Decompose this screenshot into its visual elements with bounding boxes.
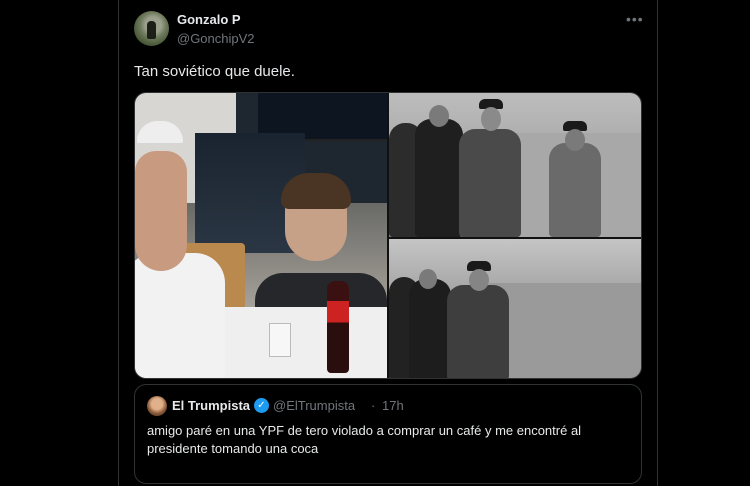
- photo-figure-3-head: [469, 269, 489, 291]
- photo-person-left-body: [135, 253, 225, 378]
- author-handle[interactable]: @GonchipV2: [177, 31, 255, 46]
- photo-figure-2: [409, 279, 451, 378]
- photo-figure-3-head: [481, 107, 501, 131]
- quoted-timestamp[interactable]: 17h: [382, 398, 404, 413]
- selfie-photo[interactable]: [135, 93, 387, 378]
- photo-cup: [269, 323, 291, 357]
- verified-badge-icon: ✓: [254, 398, 269, 413]
- historical-photo-edited[interactable]: [389, 239, 641, 378]
- quoted-tweet-text: amigo paré en una YPF de tero violado a …: [147, 423, 582, 456]
- photo-figure-2-head: [429, 105, 449, 127]
- timeline-left-border: [118, 0, 119, 486]
- photo-table: [205, 307, 387, 378]
- photo-water: [489, 283, 641, 378]
- photo-figure-4-head: [565, 129, 585, 151]
- photo-figure-3: [447, 285, 509, 378]
- photo-figure-4: [549, 143, 601, 237]
- quoted-separator: ·: [371, 398, 376, 413]
- author-display-name[interactable]: Gonzalo P: [177, 12, 241, 27]
- author-avatar[interactable]: [134, 11, 169, 46]
- more-options-icon[interactable]: •••: [626, 12, 643, 26]
- photo-figure-2-head: [419, 269, 437, 289]
- quoted-tweet-card[interactable]: El Trumpista ✓ @ElTrumpista · 17h amigo …: [134, 384, 642, 484]
- quoted-author-name[interactable]: El Trumpista: [172, 398, 250, 413]
- quoted-author-avatar[interactable]: [147, 396, 167, 416]
- media-grid: [134, 92, 642, 379]
- quoted-author-handle[interactable]: @ElTrumpista: [273, 398, 355, 413]
- photo-figure-3: [459, 129, 521, 237]
- photo-person-left-head: [135, 151, 187, 271]
- photo-bottle: [327, 281, 349, 373]
- photo-person-right-hair: [281, 173, 351, 209]
- historical-photo-original[interactable]: [389, 93, 641, 237]
- avatar-figure: [147, 21, 156, 39]
- timeline-right-border: [657, 0, 658, 486]
- tweet-text: Tan soviético que duele.: [134, 63, 295, 80]
- photo-figure-2: [415, 119, 463, 237]
